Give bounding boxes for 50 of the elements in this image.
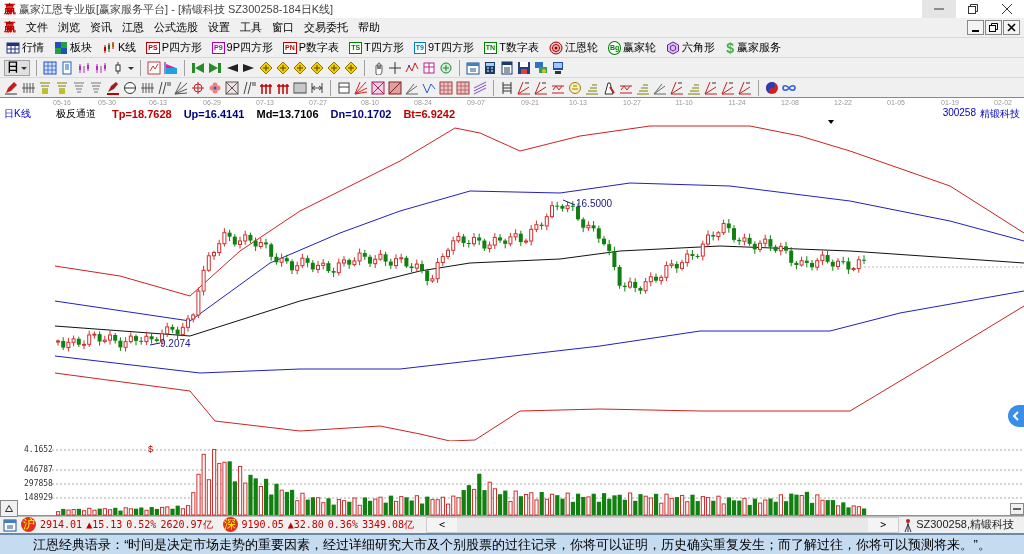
- toolbar-button[interactable]: 行情: [4, 38, 46, 57]
- index-percent: 0.36%: [327, 519, 358, 530]
- menu-item[interactable]: 江恩: [122, 20, 144, 35]
- indicator-value: Up=16.4141: [183, 108, 245, 120]
- menu-item[interactable]: 窗口: [272, 20, 294, 35]
- marker-label: $: [148, 444, 153, 454]
- index-change: ▲15.13: [86, 519, 123, 530]
- high-price-label: 16.5000: [576, 198, 613, 209]
- period-label: 日K线: [4, 107, 32, 121]
- scroll-right-button[interactable]: >: [868, 517, 899, 532]
- indicator-value: Bt=6.9242: [403, 108, 456, 120]
- axis-label: 297858: [24, 479, 53, 488]
- toolbar-button[interactable]: $ 赢家服务: [723, 38, 784, 57]
- menu-item[interactable]: 工具: [240, 20, 262, 35]
- menu-item[interactable]: 公式选股: [154, 20, 198, 35]
- menu-item[interactable]: 文件: [26, 20, 48, 35]
- app-logo: 赢: [4, 0, 16, 18]
- indicator-value: Dn=10.1702: [330, 108, 392, 120]
- toolbar-button[interactable]: K线: [100, 38, 139, 57]
- app-logo: 赢: [4, 19, 16, 36]
- quote-text: 江恩经典语录：“时间是决定市场走势的重要因素，经过详细研究大市及个别股票的过往记录，你将可以证明，历史确实重复发生；而了解过往，你将可以预测将来。”。: [33, 535, 991, 554]
- index-value: 9190.05: [241, 519, 284, 530]
- period-dropdown[interactable]: 日: [4, 59, 30, 76]
- toolbar-button[interactable]: 板块: [52, 38, 94, 57]
- low-price-label: 9.2074: [160, 338, 191, 349]
- menu-item[interactable]: 设置: [208, 20, 230, 35]
- axis-label: 4.1652: [24, 445, 53, 454]
- axis-label: 446787: [24, 465, 53, 474]
- index-change: ▲32.80: [287, 519, 324, 530]
- turnover-amount: 3349.08亿: [361, 517, 415, 532]
- menu-item[interactable]: 帮助: [358, 20, 380, 35]
- window-title: 赢家江恩专业版[赢家服务平台] - [精锻科技 SZ300258-184日K线]: [19, 1, 335, 17]
- stock-code: 300258: [942, 107, 976, 120]
- toolbar-button[interactable]: 江恩轮: [546, 38, 600, 57]
- indicator-value: Tp=18.7628: [112, 108, 172, 120]
- menu-item[interactable]: 资讯: [90, 20, 112, 35]
- turnover-amount: 2620.97亿: [160, 517, 213, 532]
- menu-item[interactable]: 交易委托: [304, 20, 348, 35]
- menu-item[interactable]: 浏览: [58, 20, 80, 35]
- indicator-value: Md=13.7106: [256, 108, 319, 120]
- stock-name: 精锻科技: [980, 107, 1020, 121]
- toolbar-button[interactable]: 六角形: [664, 38, 718, 57]
- market-badge: 深: [222, 517, 238, 532]
- index-value: 2914.01: [40, 519, 83, 530]
- axis-label: 148929: [24, 493, 53, 502]
- index-percent: 0.52%: [126, 519, 157, 530]
- indicator-name: 极反通道: [56, 107, 96, 121]
- current-stock: SZ300258,精锻科技: [916, 517, 1014, 532]
- scroll-left-button[interactable]: <: [427, 517, 458, 532]
- market-badge: 沪: [21, 517, 36, 532]
